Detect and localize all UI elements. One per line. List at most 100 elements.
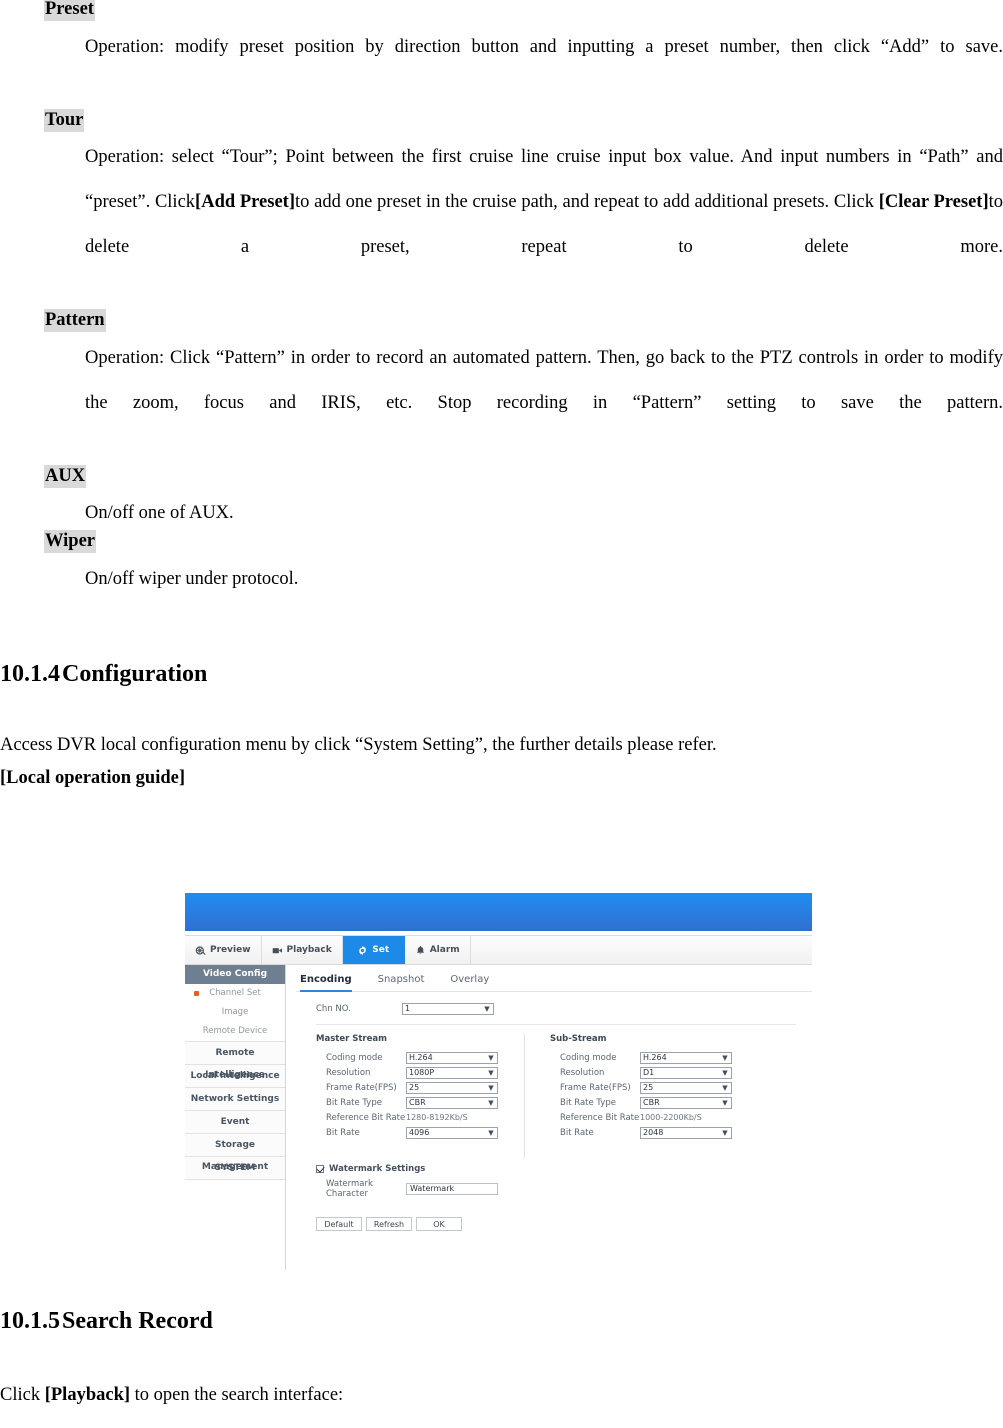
term-body-tour: Operation: select “Tour”; Point between … xyxy=(0,135,1003,315)
master-bit-rate-type-row: Bit Rate Type CBR ▼ xyxy=(316,1095,524,1110)
sidebar-item-image[interactable]: Image xyxy=(185,1003,285,1022)
chevron-down-icon: ▼ xyxy=(722,1083,728,1092)
sidebar-item-channel-set[interactable]: Channel Set xyxy=(185,984,285,1003)
sub-reference-bit-rate-value: 1000-2200Kb/S xyxy=(640,1112,702,1122)
default-button[interactable]: Default xyxy=(316,1217,362,1231)
master-reference-bit-rate-label: Reference Bit Rate xyxy=(326,1112,406,1123)
channel-number-value: 1 xyxy=(405,1004,411,1013)
dvr-web-ui-screenshot: Preview Playback Set Alarm Video Config … xyxy=(185,893,812,1270)
section-title-configuration: Configuration xyxy=(62,660,208,687)
sub-bit-rate-type-select[interactable]: CBR ▼ xyxy=(640,1096,732,1109)
app-header-bar xyxy=(185,893,812,931)
sidebar-item-remote-intelligence[interactable]: Remote Intelligence xyxy=(185,1041,285,1080)
sidebar-item-image-label: Image xyxy=(221,1007,249,1017)
master-stream-column: Master Stream Coding mode H.264 ▼ Resolu… xyxy=(296,1034,524,1158)
sub-frame-rate-label: Frame Rate(FPS) xyxy=(560,1082,631,1093)
channel-number-label: Chn NO. xyxy=(316,1004,351,1014)
nav-tab-alarm[interactable]: Alarm xyxy=(405,936,471,964)
watermark-character-row: Watermark Character Watermark xyxy=(296,1176,812,1199)
term-heading-preset-label: Preset xyxy=(44,0,95,21)
document-body: Preset Operation: modify preset position… xyxy=(0,0,1003,791)
sidebar-item-network-settings[interactable]: Network Settings xyxy=(185,1087,285,1110)
master-frame-rate-row: Frame Rate(FPS) 25 ▼ xyxy=(316,1080,524,1095)
document-page: Preset Operation: modify preset position… xyxy=(0,0,1003,1428)
sidebar-item-remote-device[interactable]: Remote Device xyxy=(185,1022,285,1041)
playback-bold-label: [Playback] xyxy=(44,1385,131,1406)
master-bit-rate-label: Bit Rate xyxy=(326,1127,360,1138)
watermark-settings-checkbox[interactable] xyxy=(316,1165,324,1173)
master-frame-rate-value: 25 xyxy=(409,1082,420,1092)
watermark-character-input[interactable]: Watermark xyxy=(406,1183,498,1195)
term-body-preset: Operation: modify preset position by dir… xyxy=(85,36,1003,57)
channel-number-select[interactable]: 1 ▼ xyxy=(402,1003,494,1015)
sub-resolution-label: Resolution xyxy=(560,1067,605,1078)
master-bit-rate-type-value: CBR xyxy=(409,1097,426,1107)
sub-frame-rate-value: 25 xyxy=(643,1082,654,1092)
master-bit-rate-type-select[interactable]: CBR ▼ xyxy=(406,1096,498,1109)
sub-coding-mode-label: Coding mode xyxy=(560,1052,617,1063)
master-bit-rate-row: Bit Rate 4096 ▼ xyxy=(316,1125,524,1140)
sub-frame-rate-select[interactable]: 25 ▼ xyxy=(640,1081,732,1094)
master-coding-mode-row: Coding mode H.264 ▼ xyxy=(316,1050,524,1065)
tab-overlay[interactable]: Overlay xyxy=(450,974,489,991)
main-nav-tab-bar: Preview Playback Set Alarm xyxy=(185,935,812,965)
playback-icon xyxy=(272,945,283,956)
sub-reference-bit-rate-row: Reference Bit Rate 1000-2200Kb/S xyxy=(550,1110,765,1125)
watermark-character-label: Watermark Character xyxy=(326,1179,373,1199)
watermark-character-value: Watermark xyxy=(410,1184,455,1193)
sub-bit-rate-row: Bit Rate 2048 ▼ xyxy=(550,1125,765,1140)
watermark-settings-row[interactable]: Watermark Settings xyxy=(296,1158,812,1176)
master-coding-mode-label: Coding mode xyxy=(326,1052,383,1063)
nav-tab-playback[interactable]: Playback xyxy=(262,936,343,964)
screenshot-main-area: Video Config Channel Set Image Remote De… xyxy=(185,965,812,1270)
master-coding-mode-select[interactable]: H.264 ▼ xyxy=(406,1051,498,1064)
search-record-text-prefix: Click xyxy=(0,1385,45,1406)
ok-button[interactable]: OK xyxy=(416,1217,462,1231)
sub-bit-rate-value: 2048 xyxy=(643,1127,664,1137)
sub-bit-rate-select[interactable]: 2048 ▼ xyxy=(640,1126,732,1139)
chevron-down-icon: ▼ xyxy=(488,1053,494,1062)
sidebar-item-storage-management[interactable]: Storage Management xyxy=(185,1133,285,1172)
section-heading-configuration: 10.1.4Configuration xyxy=(0,661,1003,687)
sub-resolution-row: Resolution D1 ▼ xyxy=(550,1065,765,1080)
configuration-paragraph: Access DVR local configuration menu by c… xyxy=(0,734,717,755)
nav-tab-set[interactable]: Set xyxy=(342,936,405,964)
term-heading-pattern-label: Pattern xyxy=(44,309,106,332)
tab-snapshot[interactable]: Snapshot xyxy=(378,974,425,991)
sub-resolution-value: D1 xyxy=(643,1067,655,1077)
tab-encoding[interactable]: Encoding xyxy=(300,974,352,992)
master-resolution-select[interactable]: 1080P ▼ xyxy=(406,1066,498,1079)
master-bit-rate-value: 4096 xyxy=(409,1127,430,1137)
sub-bit-rate-type-label: Bit Rate Type xyxy=(560,1097,616,1108)
term-body-aux: On/off one of AUX. xyxy=(85,503,234,523)
content-panel: Encoding Snapshot Overlay Chn NO. 1 ▼ Ma… xyxy=(286,965,812,1270)
chevron-down-icon: ▼ xyxy=(484,1005,490,1013)
sub-reference-bit-rate-label: Reference Bit Rate xyxy=(560,1112,640,1123)
sub-coding-mode-select[interactable]: H.264 ▼ xyxy=(640,1051,732,1064)
term-heading-wiper-label: Wiper xyxy=(44,530,97,553)
search-record-section: 10.1.5Search Record Click [Playback] to … xyxy=(0,1308,1003,1408)
sidebar-item-channel-set-label: Channel Set xyxy=(209,988,261,998)
sidebar-header-video-config[interactable]: Video Config xyxy=(185,965,285,984)
term-heading-tour-label: Tour xyxy=(44,108,85,132)
sub-resolution-select[interactable]: D1 ▼ xyxy=(640,1066,732,1079)
sidebar-item-event[interactable]: Event xyxy=(185,1110,285,1133)
nav-tab-preview[interactable]: Preview xyxy=(185,936,262,964)
sidebar-item-local-intelligence[interactable]: Local intelligence xyxy=(185,1064,285,1087)
sidebar-item-system[interactable]: SYSTEM xyxy=(185,1156,285,1179)
preview-icon xyxy=(195,945,206,956)
section-number-configuration: 10.1.4 xyxy=(0,660,60,687)
nav-tab-playback-label: Playback xyxy=(286,945,332,955)
nav-tab-filler xyxy=(471,936,812,964)
master-frame-rate-select[interactable]: 25 ▼ xyxy=(406,1081,498,1094)
sidebar-bottom-filler xyxy=(185,1179,285,1190)
sub-frame-rate-row: Frame Rate(FPS) 25 ▼ xyxy=(550,1080,765,1095)
refresh-button[interactable]: Refresh xyxy=(366,1217,412,1231)
gear-icon xyxy=(357,945,368,956)
master-bit-rate-select[interactable]: 4096 ▼ xyxy=(406,1126,498,1139)
sub-stream-column: Sub-Stream Coding mode H.264 ▼ Resolutio… xyxy=(525,1034,765,1158)
action-button-row: Default Refresh OK xyxy=(296,1199,812,1231)
bell-icon xyxy=(415,945,426,956)
sub-bit-rate-label: Bit Rate xyxy=(560,1127,594,1138)
sidebar-item-remote-device-label: Remote Device xyxy=(202,1026,268,1036)
